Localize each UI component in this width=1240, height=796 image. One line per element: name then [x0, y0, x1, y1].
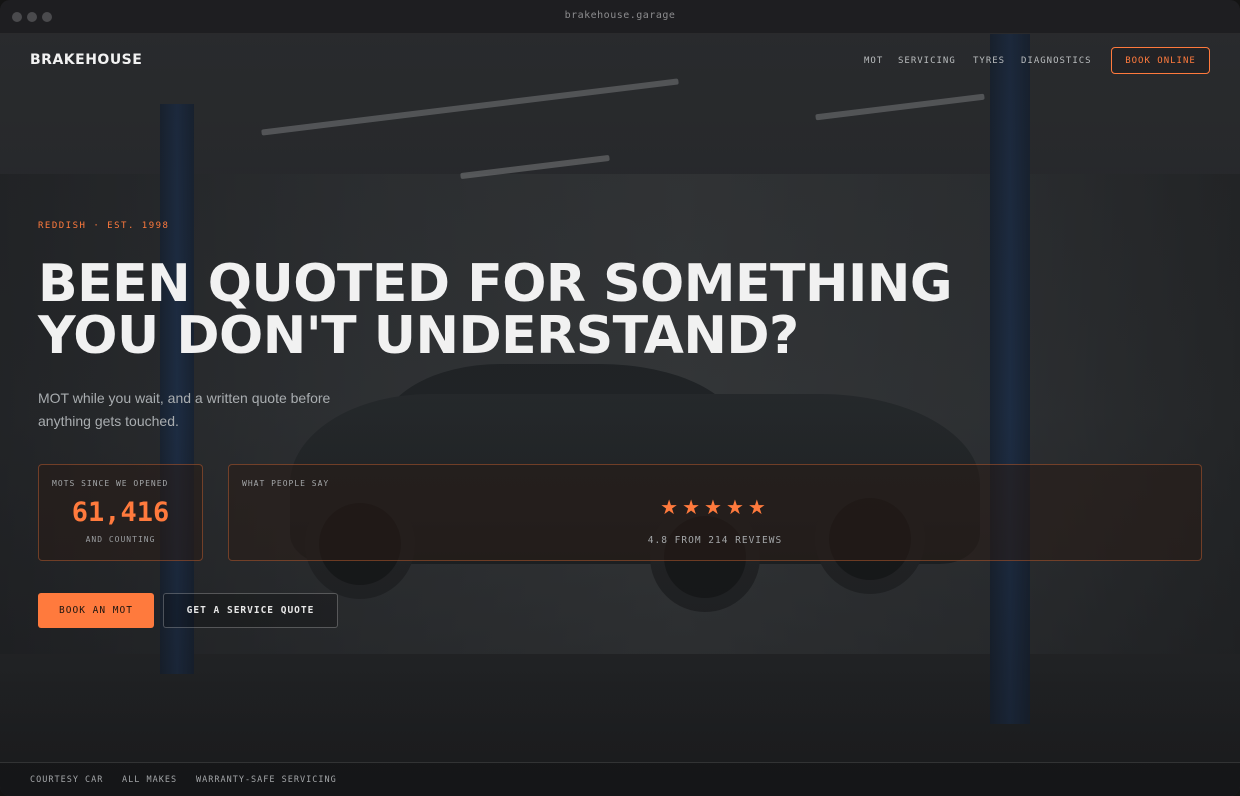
- hero-subtext: MOT while you wait, and a written quote …: [38, 390, 331, 429]
- nav-link-mot[interactable]: MOT: [864, 56, 883, 66]
- mot-count-card: MOTS SINCE WE OPENED 61,416 AND COUNTING: [38, 464, 203, 561]
- feature-warranty-safe: WARRANTY-SAFE SERVICING: [196, 775, 337, 785]
- mot-count-caption: AND COUNTING: [85, 535, 156, 544]
- book-online-button[interactable]: BOOK ONLINE: [1111, 47, 1210, 74]
- address-bar[interactable]: brakehouse.garage: [0, 10, 1240, 21]
- browser-window: brakehouse.garage BRAKEHOUSE MOT SERVICI…: [0, 0, 1240, 796]
- hero-headline: BEEN QUOTED FOR SOMETHING YOU DON'T UNDE…: [38, 258, 1138, 362]
- star-rating-icon: ★★★★★: [660, 497, 770, 519]
- nav-link-servicing[interactable]: SERVICING: [898, 56, 956, 66]
- location-eyebrow: REDDISH · EST. 1998: [38, 221, 170, 231]
- feature-all-makes: ALL MAKES: [122, 775, 178, 785]
- browser-titlebar: brakehouse.garage: [0, 0, 1240, 34]
- mot-count-value: 61,416: [71, 497, 170, 528]
- book-mot-button[interactable]: BOOK AN MOT: [38, 593, 154, 628]
- nav-link-diagnostics[interactable]: DIAGNOSTICS: [1021, 56, 1092, 66]
- brand-logo[interactable]: BRAKEHOUSE: [30, 52, 142, 68]
- mot-count-label: MOTS SINCE WE OPENED: [52, 479, 169, 488]
- headline-line-2: YOU DON'T UNDERSTAND?: [38, 306, 799, 366]
- feature-courtesy-car: COURTESY CAR: [30, 775, 104, 785]
- reviews-summary: 4.8 FROM 214 REVIEWS: [647, 535, 783, 546]
- reviews-label: WHAT PEOPLE SAY: [242, 479, 330, 488]
- feature-strip: COURTESY CAR ALL MAKES WARRANTY-SAFE SER…: [0, 762, 1240, 796]
- hero-section: BRAKEHOUSE MOT SERVICING TYRES DIAGNOSTI…: [0, 34, 1240, 796]
- nav-link-tyres[interactable]: TYRES: [973, 56, 1005, 66]
- reviews-card: WHAT PEOPLE SAY ★★★★★ 4.8 FROM 214 REVIE…: [228, 464, 1202, 561]
- service-quote-button[interactable]: GET A SERVICE QUOTE: [163, 593, 338, 628]
- headline-line-1: BEEN QUOTED FOR SOMETHING: [38, 254, 953, 314]
